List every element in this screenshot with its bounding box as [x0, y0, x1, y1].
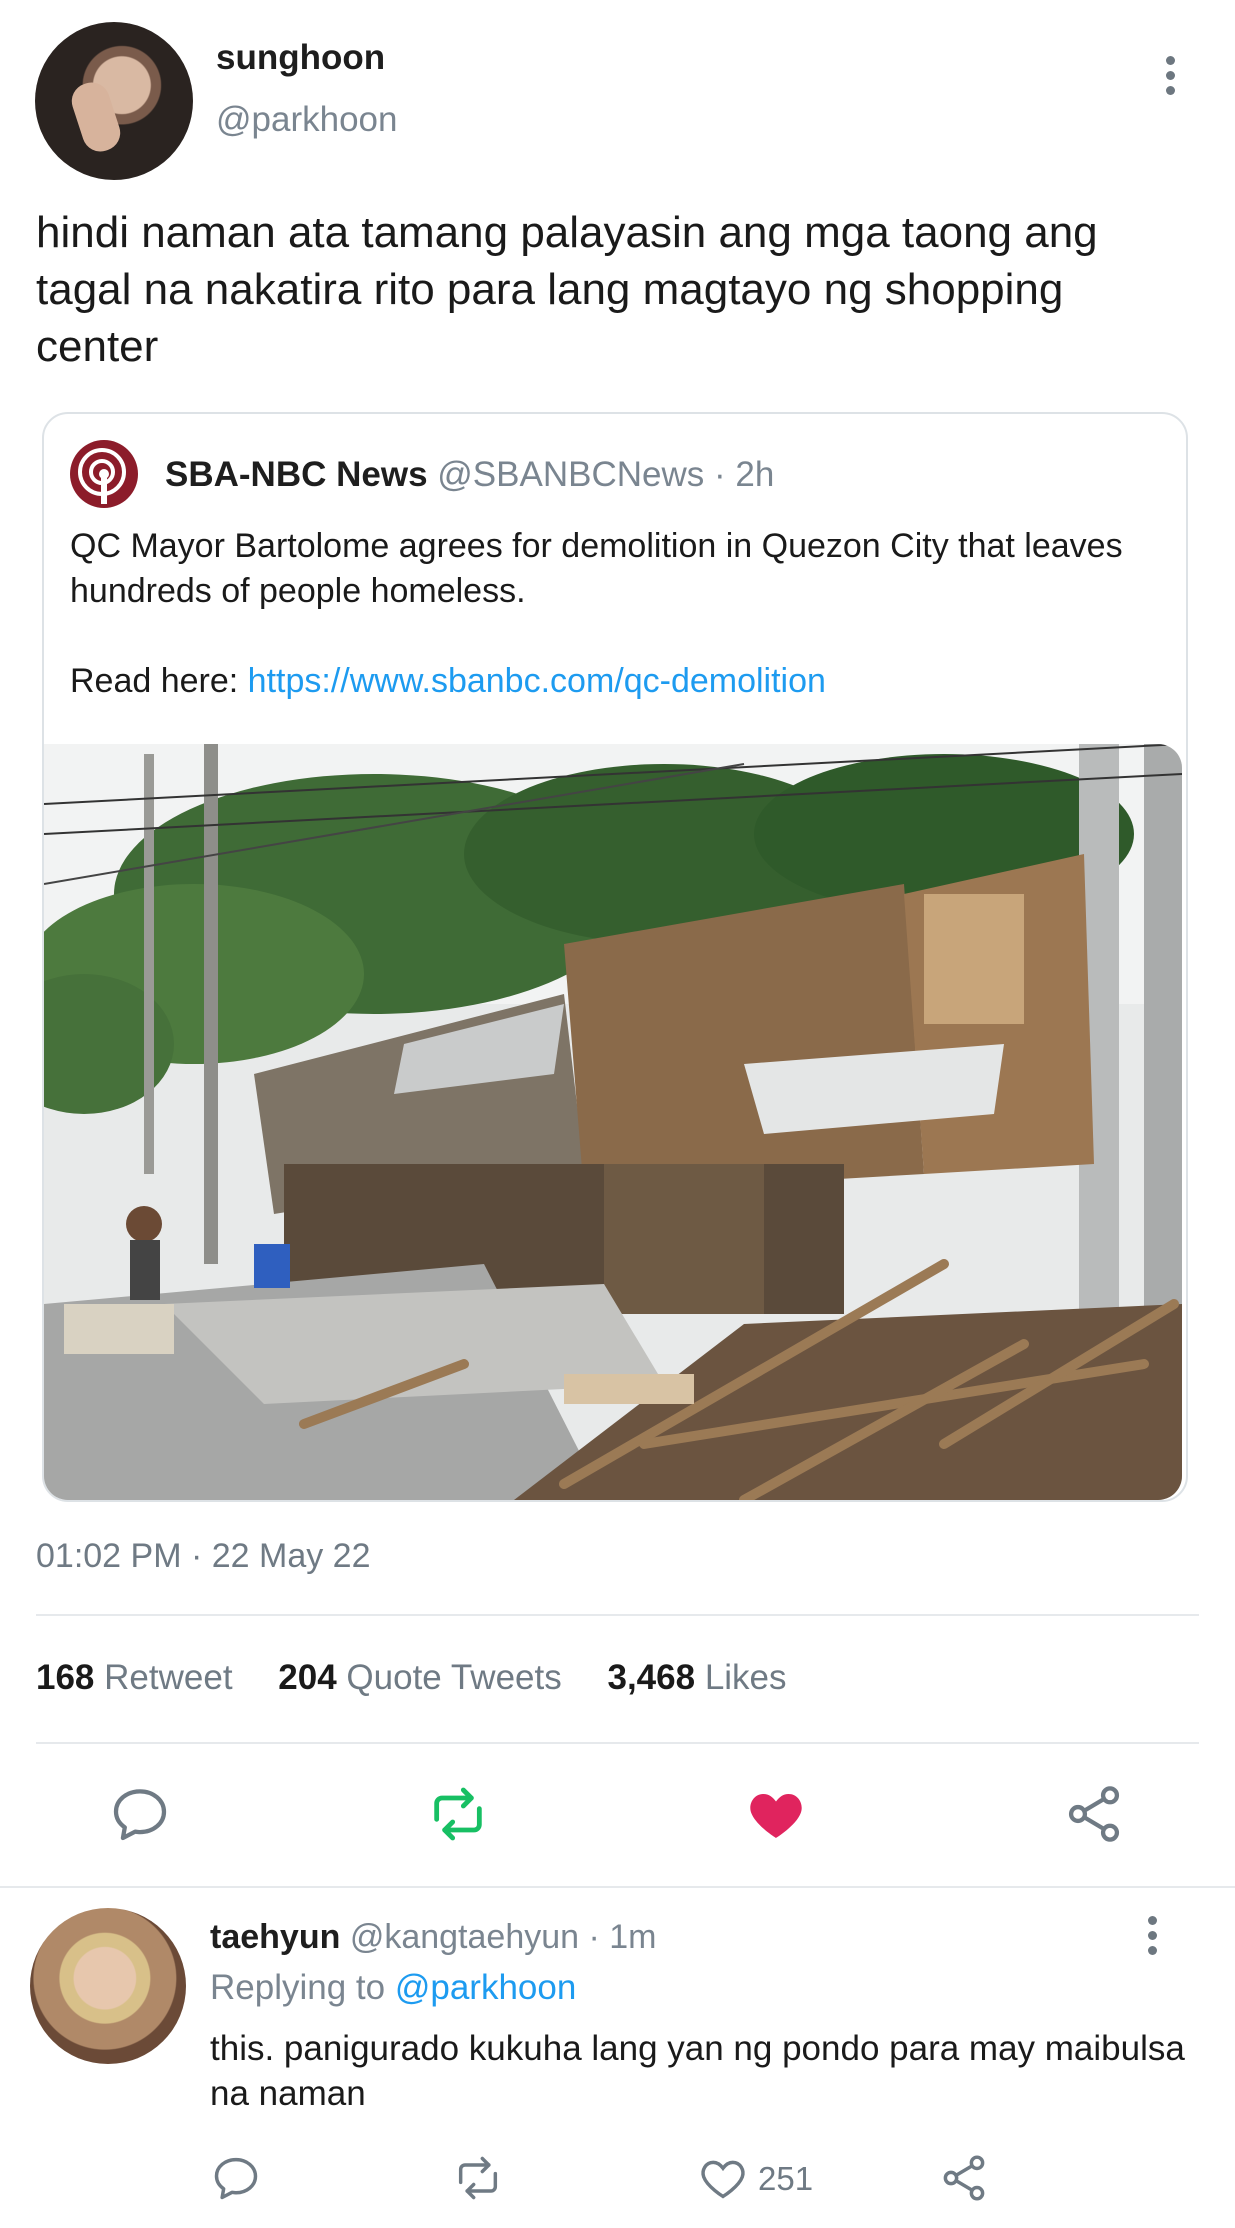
- author-handle[interactable]: @parkhoon: [216, 100, 397, 140]
- quoted-tweet-text: QC Mayor Bartolome agrees for demolition…: [70, 524, 1160, 704]
- quoted-text-body: QC Mayor Bartolome agrees for demolition…: [70, 527, 1123, 610]
- article-link[interactable]: https://www.sbanbc.com/qc-demolition: [248, 662, 826, 700]
- quoted-time: 2h: [735, 455, 775, 494]
- news-logo-icon: [70, 440, 138, 508]
- reply-time: 1m: [609, 1918, 657, 1956]
- reply-retweet-icon[interactable]: [452, 2152, 504, 2204]
- tweet-timestamp: 01:02 PM · 22 May 22: [36, 1537, 371, 1575]
- author-display-name[interactable]: sunghoon: [216, 38, 385, 78]
- retweet-icon[interactable]: [426, 1782, 490, 1846]
- author-avatar[interactable]: [35, 22, 193, 180]
- quoted-author-name[interactable]: SBA-NBC News: [165, 455, 428, 494]
- replying-to: Replying to @parkhoon: [210, 1968, 576, 2008]
- reply-share-icon[interactable]: [938, 2152, 990, 2204]
- reply-author-handle[interactable]: @kangtaehyun: [350, 1918, 579, 1956]
- share-icon[interactable]: [1062, 1782, 1126, 1846]
- divider: [36, 1742, 1199, 1744]
- reply-author-avatar[interactable]: [30, 1908, 186, 2064]
- retweets-label[interactable]: Retweet: [104, 1658, 232, 1697]
- reply-more-options-icon[interactable]: [1148, 1916, 1162, 1961]
- replying-to-mention[interactable]: @parkhoon: [395, 1968, 576, 2007]
- tweet-text: hindi naman ata tamang palayasin ang mga…: [36, 208, 1098, 371]
- tweet-stats: 168 Retweet 204 Quote Tweets 3,468 Likes: [36, 1658, 823, 1698]
- likes-count[interactable]: 3,468: [607, 1658, 695, 1697]
- retweets-count[interactable]: 168: [36, 1658, 94, 1697]
- reply-author-name[interactable]: taehyun: [210, 1918, 340, 1956]
- section-divider: [0, 1886, 1235, 1888]
- demolition-photo[interactable]: [44, 744, 1182, 1500]
- more-options-icon[interactable]: [1166, 56, 1180, 101]
- peace-sign-hand: [67, 77, 125, 157]
- reply-text: this. panigurado kukuha lang yan ng pond…: [210, 2029, 1185, 2113]
- quoted-author-handle[interactable]: @SBANBCNews: [437, 455, 704, 494]
- reply-icon[interactable]: [108, 1782, 172, 1846]
- heart-icon[interactable]: [744, 1782, 808, 1846]
- reply-like-count: 251: [758, 2160, 814, 2197]
- reply-reply-icon[interactable]: [210, 2152, 262, 2204]
- quoted-tweet-header: SBA-NBC News @SBANBCNews · 2h: [165, 455, 775, 494]
- divider: [36, 1614, 1199, 1616]
- likes-label[interactable]: Likes: [705, 1658, 787, 1697]
- read-here-label: Read here:: [70, 662, 248, 700]
- quotes-count[interactable]: 204: [278, 1658, 336, 1697]
- replying-to-label: Replying to: [210, 1968, 395, 2007]
- reply-heart-icon[interactable]: [697, 2152, 749, 2204]
- reply-header: taehyun @kangtaehyun · 1m: [210, 1918, 657, 1956]
- quotes-label[interactable]: Quote Tweets: [346, 1658, 561, 1697]
